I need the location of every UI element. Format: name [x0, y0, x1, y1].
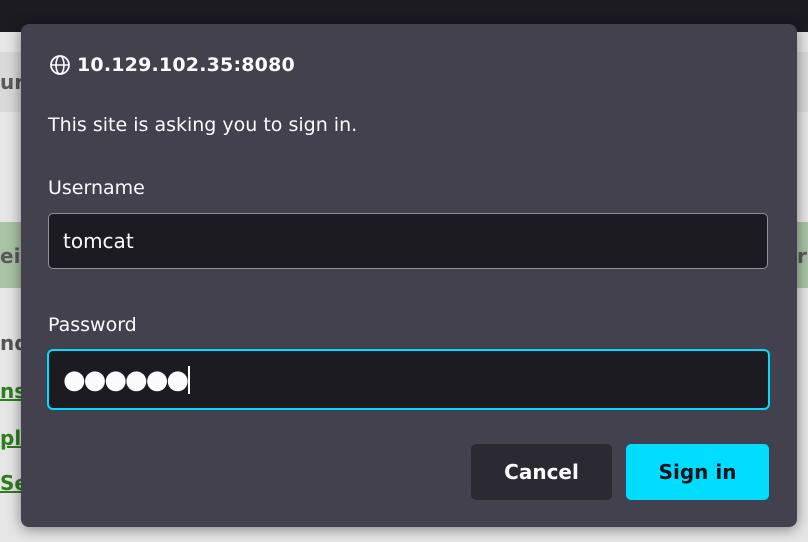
text-caret	[188, 365, 191, 394]
dialog-origin-text: 10.129.102.35:8080	[77, 54, 295, 76]
dialog-origin: 10.129.102.35:8080	[49, 52, 295, 78]
background-text-fragment: ura	[0, 70, 22, 94]
cancel-button[interactable]: Cancel	[471, 444, 612, 500]
sign-in-dialog: 10.129.102.35:8080 This site is asking y…	[21, 24, 797, 527]
background-text-fragment: r	[797, 244, 807, 268]
background-text-fragment: ei	[0, 244, 21, 268]
globe-icon	[49, 54, 71, 76]
sign-in-button[interactable]: Sign in	[626, 444, 769, 500]
background-link: pl	[0, 426, 22, 450]
username-input[interactable]	[48, 213, 768, 269]
password-label: Password	[48, 314, 137, 336]
background-link: ns	[0, 379, 22, 403]
background-text-fragment: nd	[0, 331, 22, 355]
password-mask: ●●●●●●	[63, 364, 189, 395]
background-link: Se	[0, 471, 22, 495]
username-label: Username	[48, 177, 145, 199]
dialog-message: This site is asking you to sign in.	[48, 114, 358, 136]
password-input[interactable]: ●●●●●●	[47, 349, 770, 410]
